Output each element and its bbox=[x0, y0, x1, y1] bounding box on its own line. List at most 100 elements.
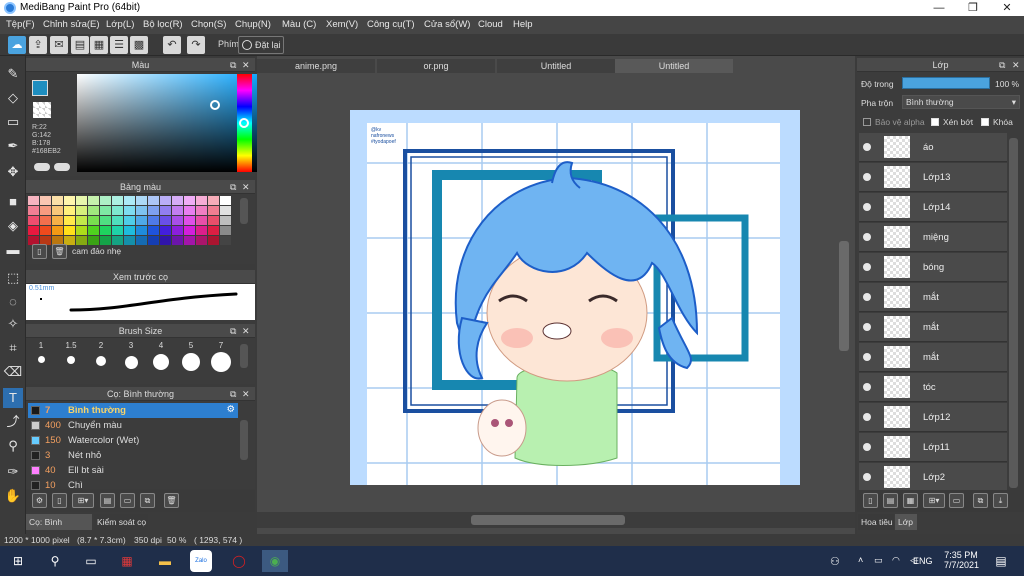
visibility-eye-icon[interactable] bbox=[863, 173, 871, 181]
brush-size-option[interactable]: 2 bbox=[86, 341, 116, 366]
add-layer-menu-icon[interactable]: ⊞▾ bbox=[923, 493, 945, 508]
palette-swatch[interactable] bbox=[100, 226, 111, 235]
palette-swatch[interactable] bbox=[76, 226, 87, 235]
close-button[interactable]: ✕ bbox=[990, 0, 1024, 16]
brush-list-item[interactable]: 7 Bình thường ⚙ bbox=[28, 403, 238, 418]
layer-row[interactable]: mắt bbox=[859, 283, 1007, 312]
layer-row[interactable]: mắt bbox=[859, 313, 1007, 342]
hue-slider[interactable] bbox=[237, 74, 252, 172]
brush-size-option[interactable]: 5 bbox=[176, 341, 206, 371]
palette-swatch[interactable] bbox=[40, 216, 51, 225]
palette-swatch[interactable] bbox=[100, 196, 111, 205]
palette-swatch[interactable] bbox=[52, 196, 63, 205]
grid-icon[interactable]: ▩ bbox=[130, 36, 148, 54]
palette-swatch[interactable] bbox=[112, 236, 123, 245]
float-icon[interactable]: ⧉ bbox=[230, 58, 236, 72]
doc-tab-active[interactable]: Untitled bbox=[615, 59, 733, 73]
share-icon[interactable]: ⇪ bbox=[29, 36, 47, 54]
palette-swatch[interactable] bbox=[208, 196, 219, 205]
palette-swatch[interactable] bbox=[148, 206, 159, 215]
palette-scrollbar[interactable] bbox=[240, 198, 248, 224]
brush-list-scrollbar[interactable] bbox=[240, 420, 248, 460]
layer-row[interactable]: áo bbox=[859, 133, 1007, 162]
visibility-eye-icon[interactable] bbox=[863, 473, 871, 481]
palette-swatch[interactable] bbox=[220, 196, 231, 205]
visibility-eye-icon[interactable] bbox=[863, 293, 871, 301]
palette-swatch[interactable] bbox=[184, 226, 195, 235]
lock-checkbox[interactable] bbox=[981, 118, 989, 126]
layer-row[interactable]: bóng bbox=[859, 253, 1007, 282]
visibility-eye-icon[interactable] bbox=[863, 443, 871, 451]
palette-swatch[interactable] bbox=[136, 216, 147, 225]
layer-row[interactable]: tóc bbox=[859, 373, 1007, 402]
layer-folder-icon[interactable]: ▭ bbox=[949, 493, 964, 508]
lasso-tool-icon[interactable]: ◌ bbox=[3, 292, 23, 312]
palette-swatch[interactable] bbox=[76, 236, 87, 245]
palette-swatch[interactable] bbox=[196, 206, 207, 215]
palette-swatch[interactable] bbox=[196, 216, 207, 225]
hand-tool-icon[interactable]: ✋ bbox=[3, 486, 23, 506]
brush-size-option[interactable]: 4 bbox=[146, 341, 176, 370]
text-tool-icon[interactable]: T bbox=[3, 388, 23, 408]
doc-tab[interactable]: or.png bbox=[377, 59, 495, 73]
palette-swatch[interactable] bbox=[124, 226, 135, 235]
layer-row[interactable]: miệng bbox=[859, 223, 1007, 252]
visibility-eye-icon[interactable] bbox=[863, 203, 871, 211]
move-tool-icon[interactable]: ✥ bbox=[3, 162, 23, 182]
palette-swatch[interactable] bbox=[136, 206, 147, 215]
select-pen-icon[interactable]: ⌗ bbox=[3, 338, 23, 358]
new-halftone-layer-icon[interactable]: ▤ bbox=[883, 493, 898, 508]
hue-cursor[interactable] bbox=[239, 118, 249, 128]
layers-scrollbar[interactable] bbox=[1009, 138, 1018, 488]
palette-swatch[interactable] bbox=[88, 206, 99, 215]
palette-swatch[interactable] bbox=[220, 226, 231, 235]
new-brush-icon[interactable]: ▯ bbox=[52, 493, 67, 508]
canvas-horizontal-scrollbar[interactable] bbox=[471, 515, 625, 525]
menu-color[interactable]: Màu (C) bbox=[282, 19, 316, 30]
doc-tab[interactable]: Untitled bbox=[497, 59, 615, 73]
palette-swatch[interactable] bbox=[124, 206, 135, 215]
magic-wand-icon[interactable]: ✧ bbox=[3, 314, 23, 334]
select-eraser-icon[interactable]: ⌫ bbox=[3, 362, 23, 382]
palette-swatch[interactable] bbox=[160, 226, 171, 235]
add-brush-icon[interactable]: ⊞▾ bbox=[72, 493, 94, 508]
palette-swatch[interactable] bbox=[28, 216, 39, 225]
duplicate-icon[interactable]: ⧉ bbox=[140, 493, 155, 508]
brush-size-option[interactable]: 1.5 bbox=[56, 341, 86, 364]
palette-swatch[interactable] bbox=[88, 236, 99, 245]
canvas-vertical-scrollbar[interactable] bbox=[839, 241, 849, 351]
fill-tool-icon[interactable]: ◈ bbox=[3, 216, 23, 236]
float-icon[interactable]: ⧉ bbox=[230, 387, 236, 401]
opera-icon[interactable]: ◯ bbox=[228, 550, 250, 572]
brush-doc-icon[interactable]: ▤ bbox=[100, 493, 115, 508]
menu-layer[interactable]: Lớp(L) bbox=[106, 19, 134, 30]
restore-button[interactable]: ❐ bbox=[956, 0, 990, 16]
zalo-icon[interactable]: Zalo bbox=[190, 550, 212, 572]
palette-swatch[interactable] bbox=[196, 196, 207, 205]
palette-swatch[interactable] bbox=[88, 196, 99, 205]
gradient-tool-icon[interactable]: ▬ bbox=[3, 240, 23, 260]
menu-tools[interactable]: Công cụ(T) bbox=[367, 19, 415, 30]
search-icon[interactable]: ⚲ bbox=[44, 550, 66, 572]
brush-tool-icon[interactable]: ✎ bbox=[3, 64, 23, 84]
palette-swatch[interactable] bbox=[220, 216, 231, 225]
clip-checkbox[interactable] bbox=[931, 118, 939, 126]
palette-swatch[interactable] bbox=[184, 196, 195, 205]
opacity-slider[interactable] bbox=[902, 77, 990, 89]
eraser-tool-icon[interactable]: ◇ bbox=[3, 88, 23, 108]
palette-swatch[interactable] bbox=[52, 216, 63, 225]
menu-select[interactable]: Chọn(S) bbox=[191, 19, 226, 30]
palette-swatch[interactable] bbox=[148, 226, 159, 235]
palette-swatch[interactable] bbox=[208, 216, 219, 225]
close-panel-icon[interactable]: ✕ bbox=[242, 324, 250, 338]
palette-swatch[interactable] bbox=[40, 196, 51, 205]
visibility-eye-icon[interactable] bbox=[863, 143, 871, 151]
brush-list-item[interactable]: 150 Watercolor (Wet) bbox=[28, 433, 238, 448]
swap-color-button[interactable] bbox=[54, 163, 70, 171]
foreground-color-swatch[interactable] bbox=[32, 80, 48, 96]
palette-swatch[interactable] bbox=[148, 236, 159, 245]
palette-swatch[interactable] bbox=[136, 236, 147, 245]
clock[interactable]: 7:35 PM 7/7/2021 bbox=[944, 550, 979, 570]
layer-row[interactable]: mắt bbox=[859, 343, 1007, 372]
palette-swatch[interactable] bbox=[172, 226, 183, 235]
